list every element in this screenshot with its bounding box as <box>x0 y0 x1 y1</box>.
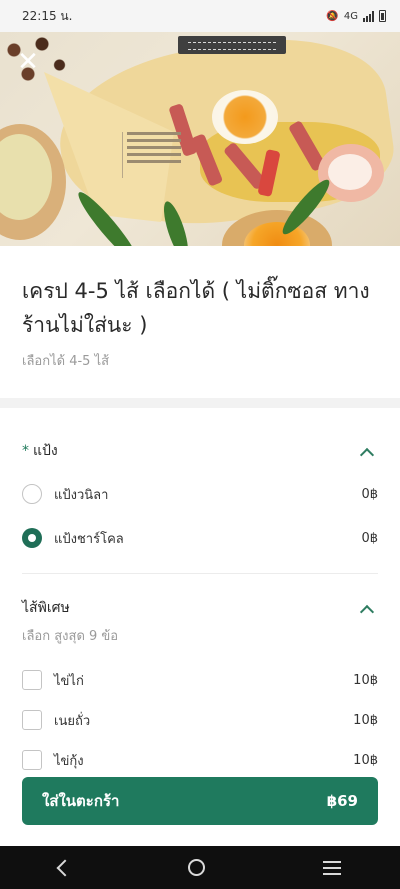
status-time: 22:15 น. <box>22 8 73 23</box>
product-title: เครป 4-5 ไส้ เลือกได้ ( ไม่ติ๊กซอส ทางร้… <box>22 279 370 337</box>
battery-icon <box>379 10 386 22</box>
cart-total-price: ฿69 <box>326 792 358 810</box>
product-image: ✕ <box>0 32 400 246</box>
chevron-up-icon[interactable] <box>360 445 372 457</box>
option-label: ไข่กุ้ง <box>54 753 84 769</box>
option-price: 10฿ <box>353 712 378 728</box>
checkbox[interactable] <box>22 670 42 690</box>
option-group-hint: เลือก สูงสุด 9 ข้อ <box>22 629 119 644</box>
divider <box>22 573 378 574</box>
option-price: 10฿ <box>353 672 378 688</box>
radio-button-selected[interactable] <box>22 528 42 548</box>
checkbox[interactable] <box>22 710 42 730</box>
option-group-title: แป้ง <box>33 443 58 459</box>
checkbox-option[interactable]: ไข่กุ้ง 10฿ <box>22 738 378 782</box>
radio-button[interactable] <box>22 484 42 504</box>
product-header: เครป 4-5 ไส้ เลือกได้ ( ไม่ติ๊กซอส ทางร้… <box>0 246 400 398</box>
signal-icon <box>363 10 374 22</box>
add-to-cart-button[interactable]: ใส่ในตะกร้า ฿69 <box>22 777 378 825</box>
option-price: 10฿ <box>353 752 378 768</box>
chevron-up-icon[interactable] <box>360 602 372 614</box>
status-bar: 22:15 น. 🔕 4G <box>0 0 400 32</box>
checkbox-option[interactable]: ไข่ไก่ 10฿ <box>22 658 378 702</box>
option-group-header[interactable]: ไส้พิเศษ <box>22 593 378 623</box>
ingredient-label-card <box>122 132 192 178</box>
status-icons: 🔕 4G <box>326 10 386 22</box>
add-to-cart-label: ใส่ในตะกร้า <box>42 792 120 810</box>
option-price: 0฿ <box>361 486 378 502</box>
radio-option[interactable]: แป้งวนิลา 0฿ <box>22 472 378 516</box>
option-group-title: ไส้พิเศษ <box>22 600 70 616</box>
back-icon[interactable] <box>56 859 74 876</box>
sauce-bowl <box>0 124 66 240</box>
section-divider <box>0 398 400 408</box>
required-mark: * <box>22 443 29 459</box>
shop-sign <box>178 36 286 54</box>
option-group-header[interactable]: * แป้ง <box>22 436 378 466</box>
option-label: แป้งชาร์โคล <box>54 531 124 547</box>
home-icon[interactable] <box>188 859 206 876</box>
mute-icon: 🔕 <box>326 10 339 22</box>
option-label: เนยถั่ว <box>54 713 91 729</box>
close-button[interactable]: ✕ <box>14 48 42 76</box>
checkbox-option[interactable]: เนยถั่ว 10฿ <box>22 698 378 742</box>
fried-egg <box>212 90 278 144</box>
close-icon: ✕ <box>17 47 39 77</box>
option-label: แป้งวนิลา <box>54 487 109 503</box>
option-price: 0฿ <box>361 530 378 546</box>
checkbox[interactable] <box>22 750 42 770</box>
product-subtitle: เลือกได้ 4-5 ไส้ <box>22 354 110 369</box>
radio-option[interactable]: แป้งชาร์โคล 0฿ <box>22 516 378 560</box>
option-label: ไข่ไก่ <box>54 673 84 689</box>
option-group-fillings: ไส้พิเศษ เลือก สูงสุด 9 ข้อ ไข่ไก่ 10฿ เ… <box>22 593 378 782</box>
recent-apps-icon[interactable] <box>323 860 342 875</box>
system-nav-bar <box>0 846 400 889</box>
network-label: 4G <box>343 10 358 22</box>
option-group-flour: * แป้ง แป้งวนิลา 0฿ แป้งชาร์โคล 0฿ <box>22 436 378 560</box>
egg-shell <box>318 144 384 202</box>
